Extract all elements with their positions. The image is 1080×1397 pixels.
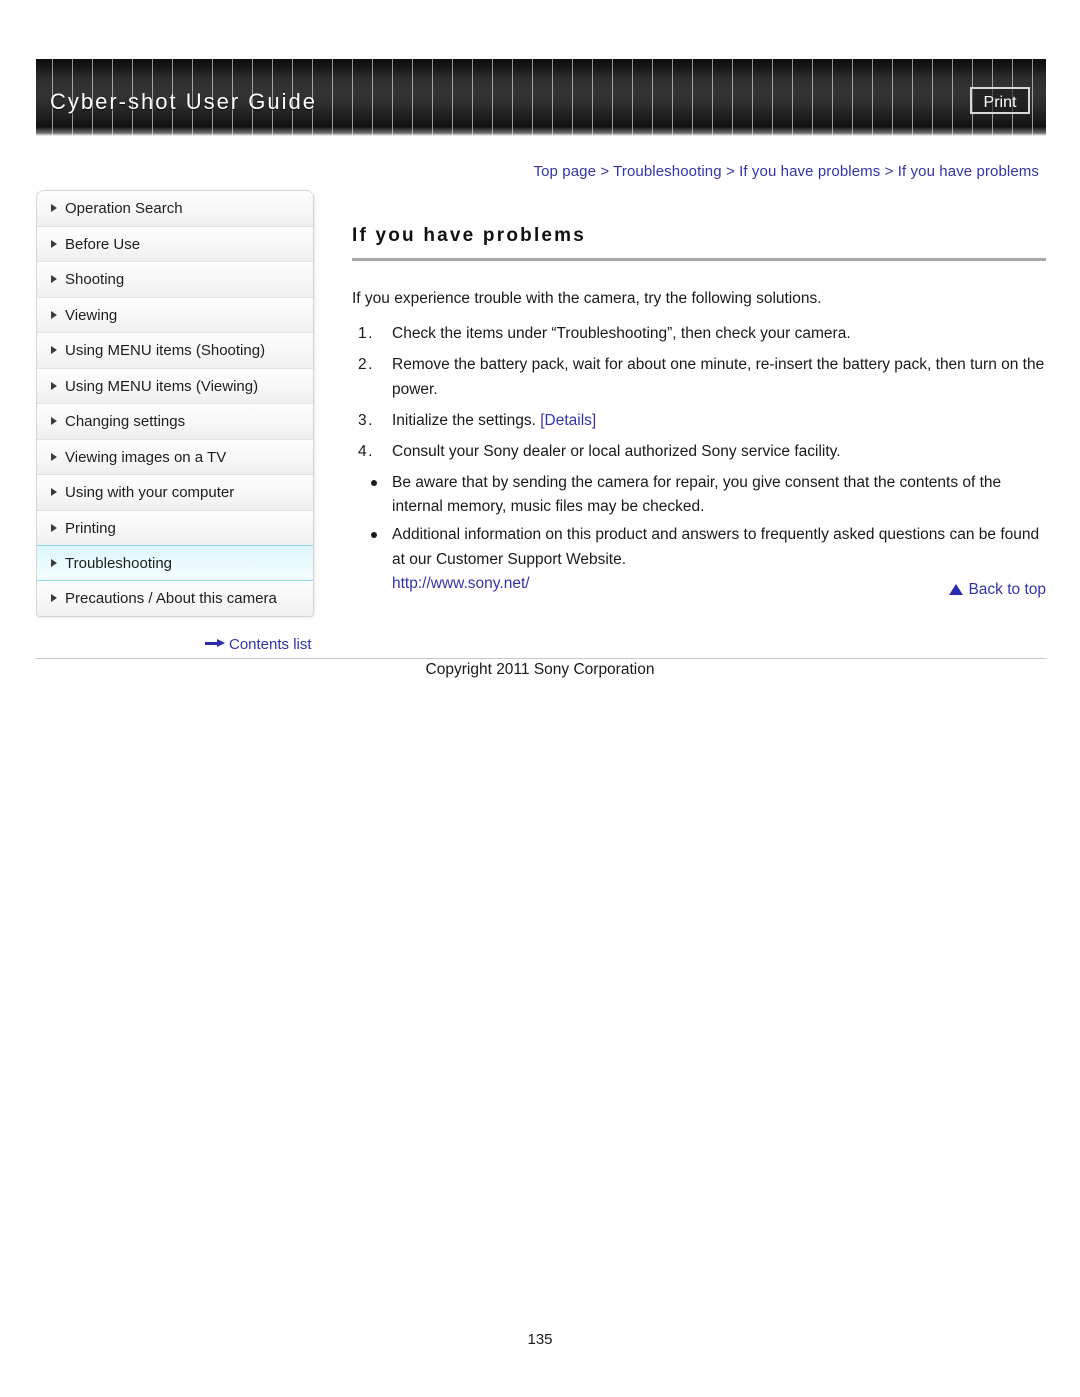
bullet-dot-icon [371, 480, 377, 487]
triangle-up-icon [949, 584, 964, 595]
page-title: If you have problems [352, 225, 587, 246]
step-text: Check the items under “Troubleshooting”,… [392, 325, 851, 343]
app-title: Cyber-shot User Guide [50, 89, 317, 114]
sidebar-item-label: Using MENU items (Shooting) [65, 342, 266, 359]
numbered-step: 1. Check the items under “Troubleshooting… [352, 322, 1046, 346]
breadcrumb-separator: > [880, 163, 898, 180]
sidebar-item-troubleshooting[interactable]: Troubleshooting [37, 545, 313, 581]
sidebar-item-label: Operation Search [65, 200, 183, 217]
sidebar-item-label: Using MENU items (Viewing) [65, 377, 259, 395]
breadcrumb-item[interactable]: Top page [534, 163, 597, 180]
contents-list-label: Contents list [229, 636, 312, 653]
triangle-right-icon [51, 346, 57, 355]
header-banner: Cyber-shot User Guide Print [36, 59, 1046, 136]
sidebar-item-operation-search[interactable]: Operation Search [37, 191, 313, 227]
arrow-right-icon [205, 639, 225, 648]
breadcrumb-item: If you have problems [897, 163, 1039, 180]
note-text: Be aware that by sending the camera for … [392, 474, 1002, 516]
step-text: Consult your Sony dealer or local author… [392, 442, 841, 460]
sidebar-item-precautions-about-this-camera[interactable]: Precautions / About this camera [37, 580, 313, 616]
triangle-right-icon [51, 558, 57, 567]
triangle-right-icon [51, 488, 57, 497]
sidebar-item-before-use[interactable]: Before Use [37, 226, 313, 262]
sidebar-item-label: Precautions / About this camera [65, 589, 277, 607]
back-to-top-label: Back to top [968, 581, 1046, 598]
sidebar-item-label: Using with your computer [65, 484, 235, 501]
triangle-right-icon [51, 310, 57, 319]
sidebar-item-label: Before Use [65, 235, 141, 253]
sidebar-item-viewing[interactable]: Viewing [37, 297, 313, 333]
sidebar-item-label: Viewing images on a TV [65, 448, 227, 466]
guide-page: Cyber-shot User Guide Print Top page > T… [0, 0, 1080, 1397]
note-text: Additional information on this product a… [392, 526, 1040, 568]
step-marker: 4. [358, 442, 374, 460]
sidebar-item-using-menu-items-shooting[interactable]: Using MENU items (Shooting) [37, 333, 313, 369]
triangle-right-icon [51, 523, 57, 532]
step-marker: 3. [358, 411, 374, 429]
support-website-url[interactable]: http://www.sony.net/ [392, 572, 1046, 596]
contents-list-link[interactable]: Contents list [205, 636, 312, 653]
numbered-step: 3. Initialize the settings. [Details] [352, 409, 1046, 433]
triangle-right-icon [51, 452, 57, 461]
breadcrumb-item[interactable]: Troubleshooting [613, 163, 722, 180]
details-link[interactable]: [Details] [540, 412, 596, 429]
breadcrumb: Top page > Troubleshooting > If you have… [534, 163, 1039, 180]
page-number: 135 [527, 1331, 553, 1348]
sidebar-item-using-with-your-computer[interactable]: Using with your computer [37, 475, 313, 511]
sidebar-item-printing[interactable]: Printing [37, 510, 313, 546]
note-bullet: Additional information on this product a… [352, 523, 1046, 596]
note-bullet: Be aware that by sending the camera for … [352, 471, 1046, 519]
sidebar-item-label: Changing settings [65, 413, 186, 430]
sidebar-item-label: Viewing [65, 306, 118, 324]
triangle-right-icon [51, 204, 57, 213]
numbered-step: 2. Remove the battery pack, wait for abou… [352, 353, 1046, 401]
step-marker: 1. [358, 325, 374, 343]
back-to-top-link[interactable]: Back to top [949, 581, 1046, 599]
sidebar-item-label: Troubleshooting [65, 555, 173, 572]
step-marker: 2. [358, 356, 374, 374]
title-divider [352, 258, 1046, 261]
step-text: Initialize the settings. [392, 411, 536, 429]
triangle-right-icon [51, 239, 57, 248]
sidebar-nav: Operation Search Before Use Shooting Viewin… [36, 190, 314, 617]
copyright-text: Copyright 2011 Sony Corporation [425, 661, 655, 678]
triangle-right-icon [51, 275, 57, 284]
numbered-step: 4. Consult your Sony dealer or local auth… [352, 440, 1046, 464]
bullet-dot-icon [371, 532, 377, 539]
step-text: Remove the battery pack, wait for about … [392, 356, 1045, 398]
triangle-right-icon [51, 417, 57, 426]
triangle-right-icon [51, 381, 57, 390]
sidebar-item-changing-settings[interactable]: Changing settings [37, 404, 313, 440]
main-content: If you have problems If you experience t… [352, 225, 1046, 600]
sidebar-item-label: Printing [65, 519, 116, 537]
sidebar-item-label: Shooting [65, 271, 125, 288]
triangle-right-icon [51, 594, 57, 603]
sidebar-item-using-menu-items-viewing[interactable]: Using MENU items (Viewing) [37, 368, 313, 404]
breadcrumb-item[interactable]: If you have problems [739, 163, 880, 180]
bullet-notes-list: Be aware that by sending the camera for … [352, 471, 1046, 596]
print-button[interactable]: Print [970, 87, 1030, 114]
sidebar-item-shooting[interactable]: Shooting [37, 262, 313, 298]
breadcrumb-separator: > [721, 163, 740, 180]
intro-paragraph: If you experience trouble with the camer… [352, 290, 822, 307]
numbered-steps-list: 1. Check the items under “Troubleshooting… [352, 322, 1046, 464]
breadcrumb-separator: > [596, 163, 614, 180]
sidebar-item-viewing-images-on-a-tv[interactable]: Viewing images on a TV [37, 439, 313, 475]
